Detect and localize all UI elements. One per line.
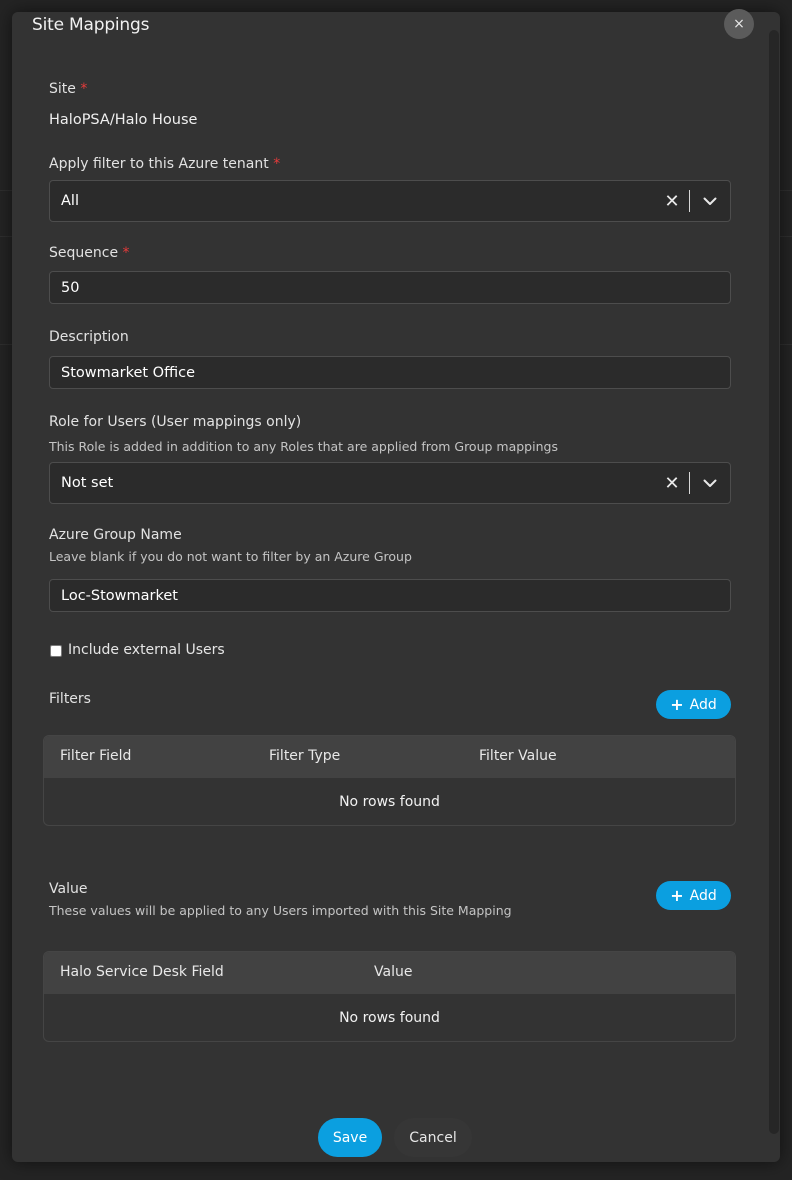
chevron-down-icon[interactable] xyxy=(690,463,730,503)
plus-icon: + xyxy=(670,885,684,905)
add-value-label: Add xyxy=(689,887,717,904)
filters-table: Filter Field Filter Type Filter Value No… xyxy=(43,735,736,826)
filters-empty-row: No rows found xyxy=(339,793,440,810)
tenant-selected-value: All xyxy=(61,193,79,209)
filters-label: Filters xyxy=(49,691,91,707)
description-input[interactable]: Stowmarket Office xyxy=(49,356,731,389)
required-marker: * xyxy=(273,156,281,172)
sequence-value: 50 xyxy=(61,279,80,296)
value-hint: These values will be applied to any User… xyxy=(49,903,512,918)
add-filter-label: Add xyxy=(689,696,717,713)
required-marker: * xyxy=(80,81,88,97)
role-label: Role for Users (User mappings only) xyxy=(49,414,302,430)
close-icon: × xyxy=(733,16,745,32)
role-hint: This Role is added in addition to any Ro… xyxy=(49,439,558,454)
plus-icon: + xyxy=(670,694,684,714)
azure-group-value: Loc-Stowmarket xyxy=(61,587,178,604)
value-label: Value xyxy=(49,881,88,897)
values-table: Halo Service Desk Field Value No rows fo… xyxy=(43,951,736,1042)
site-value: HaloPSA/Halo House xyxy=(49,112,198,128)
tenant-label: Apply filter to this Azure tenant * xyxy=(49,156,281,172)
close-button[interactable]: × xyxy=(724,9,754,39)
tenant-select[interactable]: All ✕ xyxy=(49,180,731,222)
column-header-filter-value[interactable]: Filter Value xyxy=(479,748,557,764)
column-header-value[interactable]: Value xyxy=(374,964,412,980)
site-mappings-dialog: Site Mappings × Site * HaloPSA/Halo Hous… xyxy=(12,9,780,1162)
sequence-label: Sequence * xyxy=(49,245,130,261)
values-empty-row: No rows found xyxy=(339,1009,440,1026)
azure-group-hint: Leave blank if you do not want to filter… xyxy=(49,549,412,564)
add-filter-button[interactable]: + Add xyxy=(656,690,731,719)
role-select[interactable]: Not set ✕ xyxy=(49,462,731,504)
role-selected-value: Not set xyxy=(61,475,114,491)
column-header-filter-type[interactable]: Filter Type xyxy=(269,748,340,764)
description-label: Description xyxy=(49,329,129,345)
values-table-header: Halo Service Desk Field Value xyxy=(44,952,735,994)
column-header-filter-field[interactable]: Filter Field xyxy=(60,748,131,764)
site-label: Site * xyxy=(49,81,88,97)
chevron-down-icon[interactable] xyxy=(690,181,730,221)
clear-icon[interactable]: ✕ xyxy=(655,181,689,221)
add-value-button[interactable]: + Add xyxy=(656,881,731,910)
required-marker: * xyxy=(122,245,130,261)
cancel-button[interactable]: Cancel xyxy=(394,1118,472,1157)
save-button[interactable]: Save xyxy=(318,1118,382,1157)
dialog-scrollbar[interactable] xyxy=(769,30,779,1134)
azure-group-label: Azure Group Name xyxy=(49,527,182,543)
include-external-label[interactable]: Include external Users xyxy=(68,642,225,658)
azure-group-input[interactable]: Loc-Stowmarket xyxy=(49,579,731,612)
filters-table-header: Filter Field Filter Type Filter Value xyxy=(44,736,735,778)
clear-icon[interactable]: ✕ xyxy=(655,463,689,503)
sequence-input[interactable]: 50 xyxy=(49,271,731,304)
description-value: Stowmarket Office xyxy=(61,364,196,381)
column-header-halo-field[interactable]: Halo Service Desk Field xyxy=(60,964,224,980)
include-external-checkbox[interactable] xyxy=(50,645,62,657)
dialog-title: Site Mappings xyxy=(32,15,150,35)
